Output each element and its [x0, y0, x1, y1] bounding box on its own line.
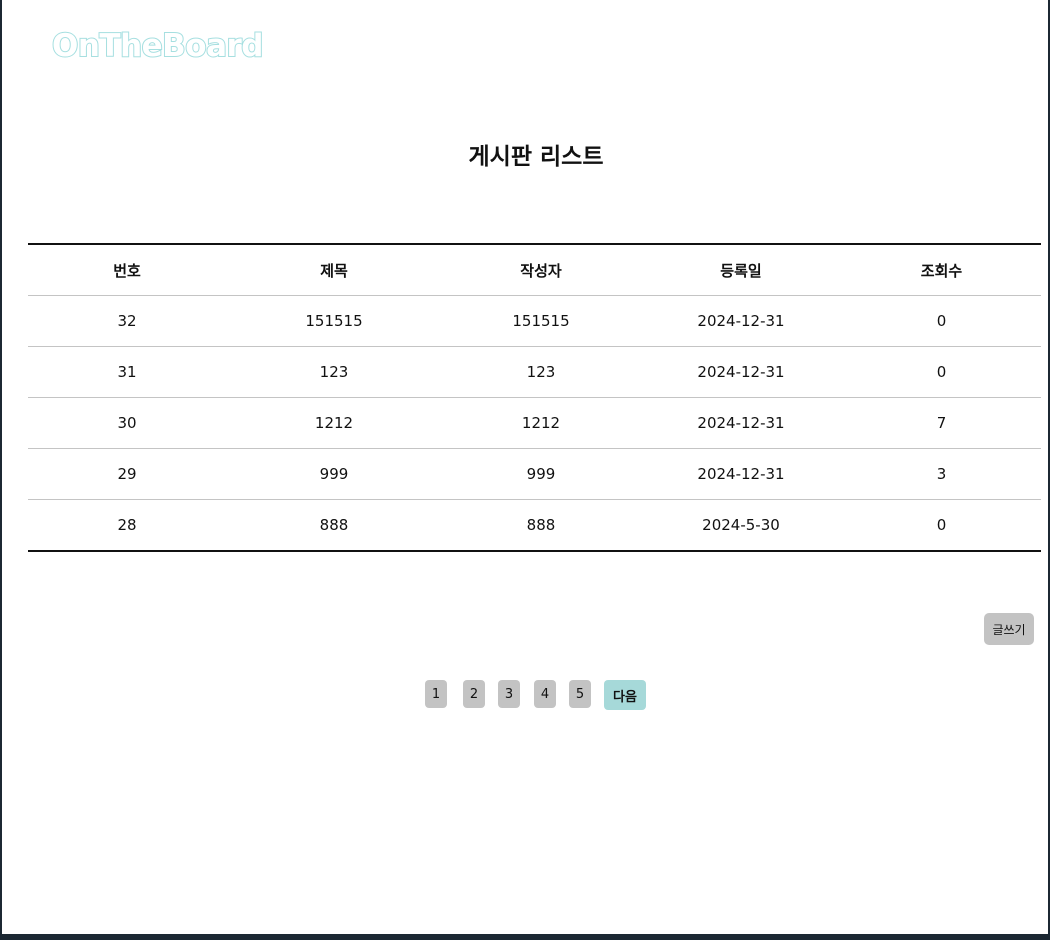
page-title: 게시판 리스트 — [468, 144, 604, 170]
next-page-button[interactable]: 다음 — [604, 680, 646, 710]
cell-date: 2024-12-31 — [640, 295, 842, 347]
page-button-4[interactable]: 4 — [534, 680, 556, 708]
cell-author: 888 — [442, 499, 640, 551]
cell-date: 2024-5-30 — [640, 499, 842, 551]
column-header-views: 조회수 — [920, 261, 963, 280]
cell-author: 999 — [442, 448, 640, 500]
table-header-row: 번호 제목 작성자 등록일 조회수 — [28, 244, 1041, 296]
cell-author: 1212 — [442, 397, 640, 449]
column-header-number: 번호 — [113, 261, 141, 280]
column-header-date: 등록일 — [720, 261, 762, 280]
page-button-3[interactable]: 3 — [498, 680, 520, 708]
table-row[interactable]: 29 999 999 2024-12-31 3 — [28, 448, 1041, 500]
table-row[interactable]: 31 123 123 2024-12-31 0 — [28, 346, 1041, 398]
cell-views: 0 — [842, 295, 1041, 347]
page: OnTheBoard 게시판 리스트 번호 제목 작성자 등록일 조회수 32 … — [0, 0, 1048, 934]
column-header-author: 작성자 — [520, 261, 562, 280]
cell-date: 2024-12-31 — [640, 397, 842, 449]
cell-number: 28 — [28, 499, 226, 551]
cell-title-link[interactable]: 1212 — [226, 397, 442, 449]
table-row[interactable]: 30 1212 1212 2024-12-31 7 — [28, 397, 1041, 449]
cell-title-link[interactable]: 123 — [226, 346, 442, 398]
page-button-5[interactable]: 5 — [569, 680, 591, 708]
cell-views: 3 — [842, 448, 1041, 500]
cell-views: 0 — [842, 346, 1041, 398]
page-button-1[interactable]: 1 — [425, 680, 447, 708]
cell-author: 123 — [442, 346, 640, 398]
board-table: 번호 제목 작성자 등록일 조회수 32 151515 151515 2024-… — [28, 243, 1041, 552]
table-row[interactable]: 28 888 888 2024-5-30 0 — [28, 499, 1041, 551]
cell-views: 7 — [842, 397, 1041, 449]
page-button-2[interactable]: 2 — [463, 680, 485, 708]
cell-title-link[interactable]: 151515 — [226, 295, 442, 347]
column-header-title: 제목 — [320, 261, 348, 280]
site-logo[interactable]: OnTheBoard — [51, 26, 265, 66]
cell-number: 29 — [28, 448, 226, 500]
cell-date: 2024-12-31 — [640, 448, 842, 500]
cell-number: 31 — [28, 346, 226, 398]
cell-date: 2024-12-31 — [640, 346, 842, 398]
cell-author: 151515 — [442, 295, 640, 347]
cell-title-link[interactable]: 888 — [226, 499, 442, 551]
table-row[interactable]: 32 151515 151515 2024-12-31 0 — [28, 295, 1041, 347]
cell-views: 0 — [842, 499, 1041, 551]
cell-title-link[interactable]: 999 — [226, 448, 442, 500]
cell-number: 30 — [28, 397, 226, 449]
write-post-button[interactable]: 글쓰기 — [984, 613, 1034, 645]
cell-number: 32 — [28, 295, 226, 347]
